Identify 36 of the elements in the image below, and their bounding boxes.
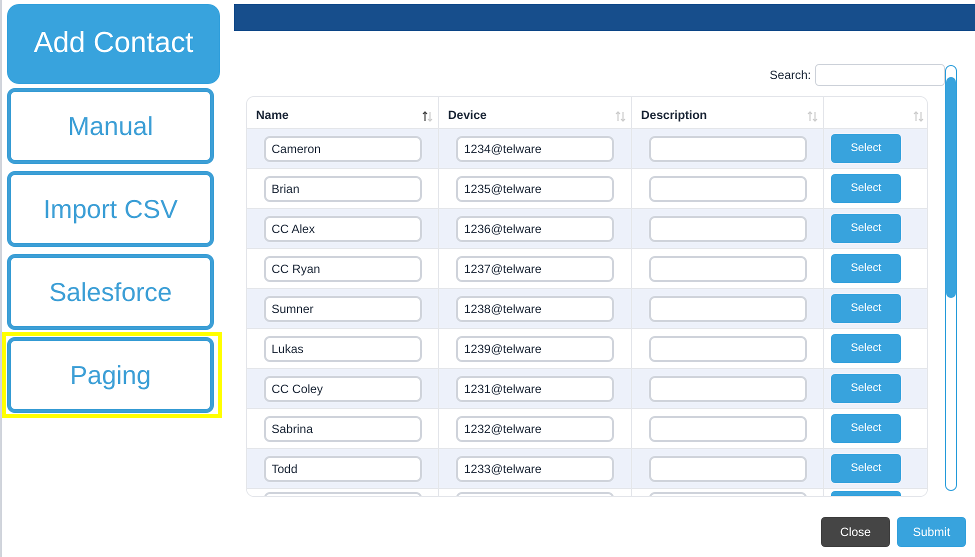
search-label: Search: <box>770 67 811 84</box>
name-field[interactable]: Cameron <box>264 136 422 162</box>
sidebar-title: Add Contact <box>7 4 220 84</box>
device-field[interactable]: 1237@telware <box>456 256 614 282</box>
sort-icon[interactable] <box>422 111 433 122</box>
name-field[interactable]: Sabrina <box>264 416 422 442</box>
name-field[interactable]: CC Alex <box>264 216 422 242</box>
device-field[interactable]: 1232@telware <box>456 416 614 442</box>
column-header[interactable]: Device <box>448 106 487 124</box>
device-field[interactable]: 1234@telware <box>456 136 614 162</box>
name-field[interactable]: CC Ryan <box>264 256 422 282</box>
description-field[interactable] <box>648 216 806 242</box>
device-field[interactable]: 1239@telware <box>456 336 614 362</box>
description-field[interactable] <box>648 456 806 482</box>
device-field[interactable]: 1238@telware <box>456 296 614 322</box>
column-header[interactable]: Description <box>641 106 708 124</box>
name-field[interactable]: Todd <box>264 456 422 482</box>
device-field[interactable]: 1236@telware <box>456 216 614 242</box>
description-field[interactable] <box>648 176 806 202</box>
close-button[interactable]: Close <box>821 517 890 547</box>
name-field[interactable]: CC Coley <box>264 376 422 402</box>
description-field[interactable] <box>648 136 806 162</box>
name-field[interactable]: Sumner <box>264 296 422 322</box>
description-field[interactable] <box>648 376 806 402</box>
device-field[interactable]: 1235@telware <box>456 176 614 202</box>
device-field[interactable]: 1233@telware <box>456 456 614 482</box>
device-field[interactable]: 1231@telware <box>456 376 614 402</box>
description-field[interactable] <box>648 416 806 442</box>
search-field[interactable] <box>815 64 945 86</box>
description-field[interactable] <box>648 256 806 282</box>
description-field[interactable] <box>648 296 806 322</box>
name-field[interactable]: Lukas <box>264 336 422 362</box>
scrollbar-thumb[interactable] <box>946 77 956 298</box>
description-field[interactable] <box>648 336 806 362</box>
name-field[interactable]: Brian <box>264 176 422 202</box>
column-header[interactable]: Name <box>256 106 289 124</box>
